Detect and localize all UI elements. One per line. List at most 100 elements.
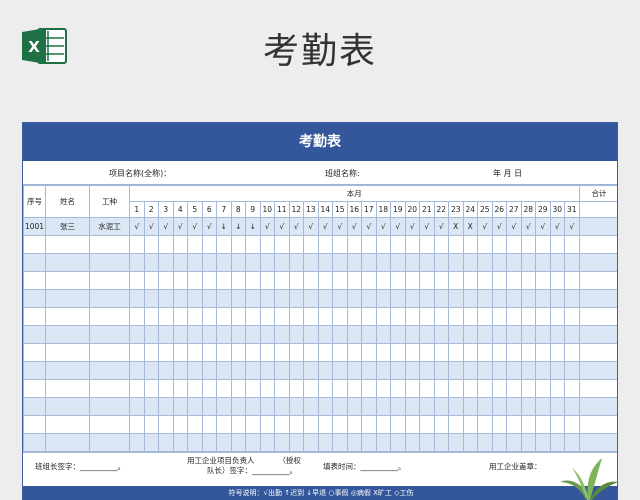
empty-cell[interactable] <box>158 271 174 290</box>
empty-cell[interactable] <box>129 397 145 416</box>
empty-cell[interactable] <box>89 361 130 380</box>
empty-cell[interactable] <box>288 415 304 434</box>
empty-cell[interactable] <box>317 343 333 362</box>
cell-attendance-mark[interactable]: ↓ <box>216 217 232 236</box>
empty-cell[interactable] <box>491 253 507 272</box>
empty-cell[interactable] <box>390 361 406 380</box>
empty-cell[interactable] <box>216 271 232 290</box>
empty-cell[interactable] <box>274 325 290 344</box>
empty-cell[interactable] <box>216 289 232 308</box>
empty-cell[interactable] <box>332 235 348 254</box>
empty-cell[interactable] <box>404 307 420 326</box>
empty-cell[interactable] <box>578 415 617 434</box>
empty-cell[interactable] <box>187 415 203 434</box>
empty-cell[interactable] <box>375 325 391 344</box>
empty-cell[interactable] <box>448 325 464 344</box>
empty-cell[interactable] <box>143 307 159 326</box>
empty-cell[interactable] <box>274 289 290 308</box>
empty-cell[interactable] <box>332 361 348 380</box>
empty-cell[interactable] <box>216 433 232 452</box>
empty-cell[interactable] <box>535 397 551 416</box>
empty-cell[interactable] <box>390 307 406 326</box>
cell-attendance-mark[interactable]: √ <box>375 217 391 236</box>
empty-cell[interactable] <box>129 289 145 308</box>
empty-cell[interactable] <box>317 397 333 416</box>
empty-cell[interactable] <box>317 415 333 434</box>
empty-cell[interactable] <box>201 397 217 416</box>
empty-cell[interactable] <box>158 379 174 398</box>
empty-cell[interactable] <box>172 433 188 452</box>
empty-cell[interactable] <box>303 397 319 416</box>
empty-cell[interactable] <box>332 253 348 272</box>
empty-cell[interactable] <box>172 307 188 326</box>
empty-cell[interactable] <box>433 235 449 254</box>
empty-cell[interactable] <box>506 379 522 398</box>
empty-cell[interactable] <box>23 289 46 308</box>
empty-cell[interactable] <box>245 361 261 380</box>
empty-cell[interactable] <box>433 379 449 398</box>
empty-cell[interactable] <box>419 235 435 254</box>
empty-cell[interactable] <box>433 415 449 434</box>
empty-cell[interactable] <box>419 433 435 452</box>
empty-cell[interactable] <box>433 343 449 362</box>
empty-cell[interactable] <box>143 361 159 380</box>
empty-cell[interactable] <box>564 235 580 254</box>
empty-cell[interactable] <box>506 343 522 362</box>
empty-cell[interactable] <box>404 343 420 362</box>
cell-name[interactable]: 张三 <box>45 217 90 236</box>
empty-cell[interactable] <box>187 379 203 398</box>
empty-cell[interactable] <box>535 307 551 326</box>
empty-cell[interactable] <box>448 235 464 254</box>
empty-cell[interactable] <box>564 271 580 290</box>
cell-attendance-mark[interactable]: √ <box>361 217 377 236</box>
cell-attendance-mark[interactable]: √ <box>187 217 203 236</box>
empty-cell[interactable] <box>158 343 174 362</box>
empty-cell[interactable] <box>45 379 90 398</box>
cell-attendance-mark[interactable]: √ <box>259 217 275 236</box>
cell-attendance-mark[interactable]: √ <box>346 217 362 236</box>
empty-cell[interactable] <box>433 271 449 290</box>
empty-cell[interactable] <box>45 433 90 452</box>
empty-cell[interactable] <box>23 397 46 416</box>
empty-cell[interactable] <box>216 379 232 398</box>
empty-cell[interactable] <box>216 361 232 380</box>
empty-cell[interactable] <box>375 289 391 308</box>
empty-cell[interactable] <box>361 307 377 326</box>
empty-cell[interactable] <box>317 289 333 308</box>
empty-cell[interactable] <box>89 235 130 254</box>
empty-cell[interactable] <box>564 253 580 272</box>
empty-cell[interactable] <box>564 325 580 344</box>
empty-cell[interactable] <box>187 433 203 452</box>
empty-cell[interactable] <box>491 379 507 398</box>
empty-cell[interactable] <box>230 397 246 416</box>
empty-cell[interactable] <box>506 397 522 416</box>
empty-cell[interactable] <box>332 307 348 326</box>
empty-cell[interactable] <box>419 415 435 434</box>
empty-cell[interactable] <box>433 325 449 344</box>
empty-cell[interactable] <box>462 307 478 326</box>
cell-attendance-mark[interactable]: √ <box>477 217 493 236</box>
empty-cell[interactable] <box>230 361 246 380</box>
empty-cell[interactable] <box>274 271 290 290</box>
empty-cell[interactable] <box>564 379 580 398</box>
empty-cell[interactable] <box>361 271 377 290</box>
empty-cell[interactable] <box>477 307 493 326</box>
empty-cell[interactable] <box>245 307 261 326</box>
empty-cell[interactable] <box>23 253 46 272</box>
empty-cell[interactable] <box>172 379 188 398</box>
empty-cell[interactable] <box>520 379 536 398</box>
empty-cell[interactable] <box>303 289 319 308</box>
empty-cell[interactable] <box>303 253 319 272</box>
empty-cell[interactable] <box>448 361 464 380</box>
empty-cell[interactable] <box>346 433 362 452</box>
empty-cell[interactable] <box>419 307 435 326</box>
empty-cell[interactable] <box>375 235 391 254</box>
empty-cell[interactable] <box>187 235 203 254</box>
empty-cell[interactable] <box>45 289 90 308</box>
cell-attendance-mark[interactable]: √ <box>535 217 551 236</box>
empty-cell[interactable] <box>477 235 493 254</box>
empty-cell[interactable] <box>201 433 217 452</box>
empty-cell[interactable] <box>187 271 203 290</box>
empty-cell[interactable] <box>506 325 522 344</box>
cell-attendance-mark[interactable]: √ <box>172 217 188 236</box>
